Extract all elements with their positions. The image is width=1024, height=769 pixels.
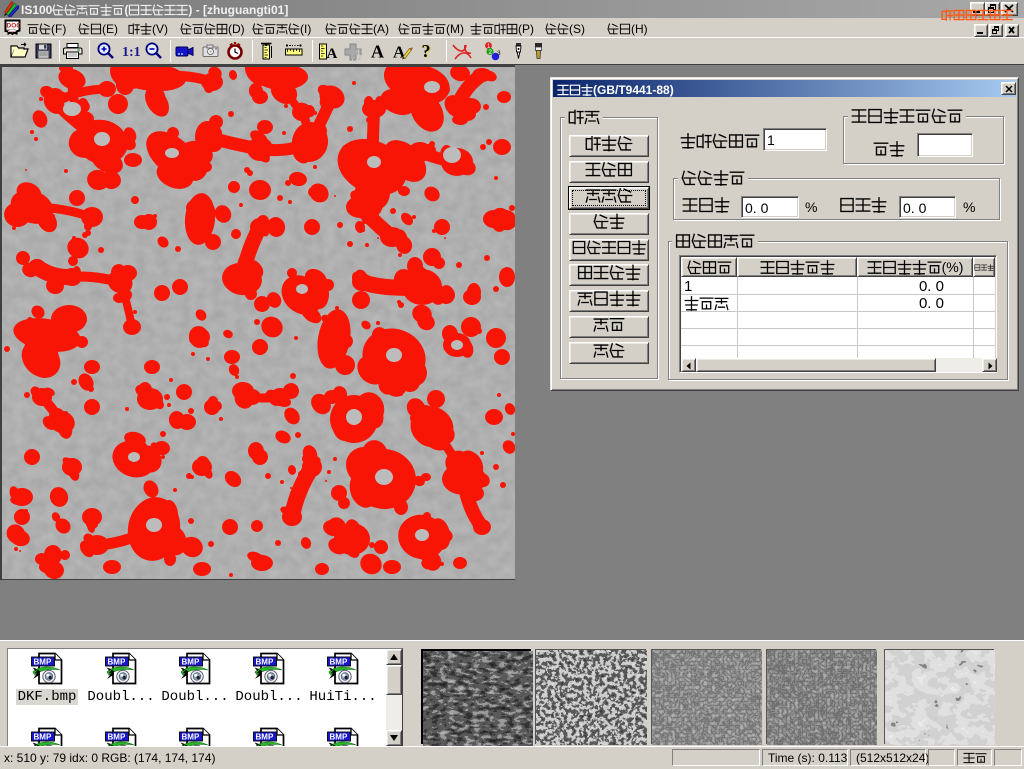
svg-text:A: A [371, 42, 384, 62]
svg-text:A: A [327, 46, 338, 61]
svg-text:DOC: DOC [7, 23, 22, 30]
svg-text:1:1: 1:1 [122, 45, 140, 60]
svg-text:?: ? [422, 41, 431, 61]
svg-text:3: 3 [497, 50, 501, 57]
